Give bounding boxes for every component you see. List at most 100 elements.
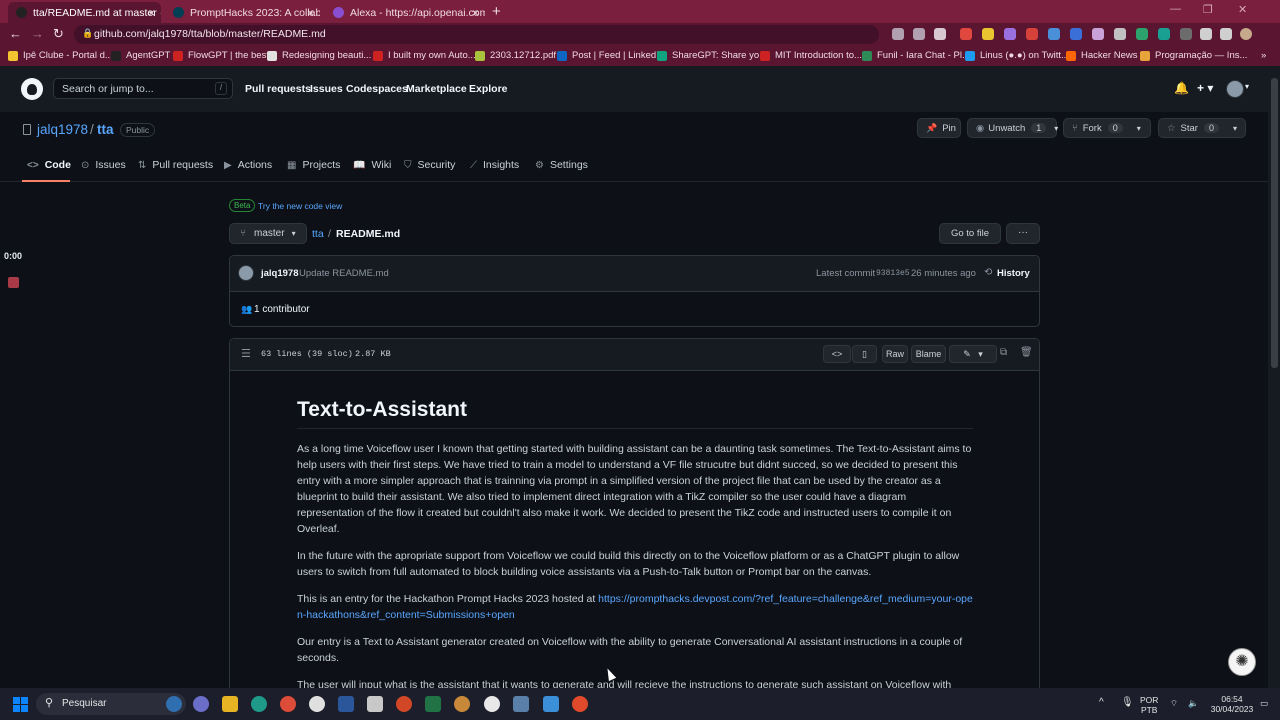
chatgpt-icon[interactable]: ✺ — [1228, 648, 1256, 676]
commit-message-link[interactable]: Update README.md — [299, 268, 389, 279]
wifi-icon[interactable]: ⌔ — [1170, 698, 1178, 708]
edit-button[interactable]: ✎ ▾ — [949, 345, 997, 363]
star-icon[interactable] — [934, 28, 946, 40]
app-icon[interactable] — [166, 696, 182, 712]
word-icon[interactable] — [338, 696, 354, 712]
bookmark-item[interactable]: 2303.12712.pdf — [475, 50, 556, 61]
outline-list-icon[interactable]: ☰ — [241, 347, 251, 360]
tab-security[interactable]: ⛉ Security — [404, 159, 455, 171]
speaker-icon[interactable]: 🔈 — [1188, 698, 1199, 708]
bookmark-item[interactable]: Ipê Clube - Portal d... — [8, 50, 113, 61]
github-logo-icon[interactable] — [21, 78, 43, 100]
bookmark-item[interactable]: FlowGPT | the best... — [173, 50, 277, 61]
close-icon[interactable]: × — [472, 6, 479, 20]
breadcrumb-repo-link[interactable]: tta — [312, 228, 324, 240]
app-icon[interactable] — [454, 696, 470, 712]
repo-name-link[interactable]: tta — [97, 122, 114, 137]
app-icon[interactable] — [309, 696, 325, 712]
nav-marketplace[interactable]: Marketplace — [406, 83, 467, 95]
unwatch-button[interactable]: ◉ Unwatch 1 ▾ — [967, 118, 1058, 138]
branch-selector[interactable]: ⑂ master ▾ — [229, 223, 307, 244]
display-source-button[interactable]: <> — [823, 345, 851, 363]
new-tab-button[interactable]: + — [492, 3, 501, 20]
window-close-icon[interactable]: ✕ — [1238, 3, 1247, 16]
bookmark-item[interactable]: Hacker News — [1066, 50, 1138, 61]
pin-button[interactable]: 📌 Pin — [917, 118, 961, 138]
minimize-icon[interactable]: — — [1170, 3, 1181, 15]
tab-actions[interactable]: ▶ Actions — [224, 159, 272, 171]
extension-icon[interactable] — [1026, 28, 1038, 40]
extension-icon[interactable] — [960, 28, 972, 40]
tab-issues[interactable]: ⊙ Issues — [81, 159, 126, 171]
app-icon[interactable] — [367, 696, 383, 712]
user-avatar[interactable] — [1226, 80, 1244, 98]
scrollbar-thumb[interactable] — [1271, 78, 1278, 368]
chevron-down-icon[interactable]: ▾ — [1245, 82, 1249, 91]
tab-pull-requests[interactable]: ⇅ Pull requests — [138, 159, 213, 171]
app-icon[interactable] — [193, 696, 209, 712]
tab-projects[interactable]: ▦ Projects — [287, 159, 340, 171]
extension-icon[interactable] — [1048, 28, 1060, 40]
powerpoint-icon[interactable] — [396, 696, 412, 712]
bookmark-item[interactable]: ShareGPT: Share yo... — [657, 50, 767, 61]
extension-icon[interactable] — [1070, 28, 1082, 40]
more-options-button[interactable]: ··· — [1006, 223, 1040, 244]
folder-icon[interactable] — [222, 696, 238, 712]
puzzle-icon[interactable] — [1200, 28, 1212, 40]
forward-icon[interactable]: → — [31, 26, 44, 41]
maximize-icon[interactable]: ❐ — [1203, 3, 1213, 16]
bookmark-item[interactable]: AgentGPT — [111, 50, 170, 61]
raw-button[interactable]: Raw — [882, 345, 908, 363]
record-stop-button[interactable] — [8, 277, 19, 288]
commit-hash-link[interactable]: 93813e5 — [876, 269, 910, 278]
bell-icon[interactable]: 🔔 — [1174, 81, 1189, 95]
profile-avatar[interactable] — [1240, 28, 1252, 40]
bookmark-item[interactable]: Linus (●.●) on Twitt... — [965, 50, 1069, 61]
extension-icon[interactable] — [1158, 28, 1170, 40]
nav-issues[interactable]: Issues — [310, 83, 343, 95]
tab-code[interactable]: <> Code — [27, 159, 71, 171]
go-to-file-button[interactable]: Go to file — [939, 223, 1001, 244]
tab-insights[interactable]: ⟋ Insights — [470, 159, 519, 171]
page-scrollbar[interactable] — [1268, 66, 1280, 688]
fork-button[interactable]: ⑂ Fork 0 ▾ — [1063, 118, 1151, 138]
contributors-count[interactable]: 1 contributor — [254, 304, 310, 315]
tab-settings[interactable]: ⚙ Settings — [535, 159, 588, 171]
microphone-icon[interactable]: 🎙 — [1121, 698, 1134, 708]
extension-icon[interactable] — [1092, 28, 1104, 40]
search-input[interactable]: Search or jump to... / — [53, 78, 233, 99]
extension-icon[interactable] — [1180, 28, 1192, 40]
trash-icon[interactable]: 🗑 — [1020, 347, 1033, 358]
extension-icon[interactable] — [1114, 28, 1126, 40]
clock[interactable]: 06:54 30/04/2023 — [1210, 694, 1254, 714]
language-indicator[interactable]: POR PTB — [1140, 695, 1158, 715]
bookmark-item[interactable]: Programação — Ins... — [1140, 50, 1247, 61]
commit-author-link[interactable]: jalq1978 — [261, 268, 299, 279]
browser-tab-readme[interactable]: tta/README.md at master · jalq1 × — [8, 2, 161, 23]
new-code-view-link[interactable]: Try the new code view — [258, 201, 342, 211]
extension-icon[interactable] — [892, 28, 904, 40]
url-field[interactable]: 🔒 github.com/jalq1978/tta/blob/master/RE… — [74, 25, 879, 44]
extension-icon[interactable] — [982, 28, 994, 40]
browser-tab-alexa[interactable]: Alexa - https://api.openai.com/v × — [325, 2, 485, 23]
reload-icon[interactable]: ↻ — [53, 26, 64, 42]
extension-icon[interactable] — [1136, 28, 1148, 40]
close-icon[interactable]: × — [307, 6, 314, 20]
extension-icon[interactable] — [1004, 28, 1016, 40]
notification-icon[interactable]: ▭ — [1260, 698, 1268, 708]
calculator-icon[interactable] — [513, 696, 529, 712]
copy-icon[interactable]: ⧉ — [1000, 347, 1007, 358]
windows-start-icon[interactable] — [13, 697, 28, 712]
app-icon[interactable] — [572, 696, 588, 712]
bookmark-item[interactable]: Post | Feed | LinkedIn — [557, 50, 664, 61]
bookmark-item[interactable]: MIT Introduction to... — [760, 50, 862, 61]
chevron-up-icon[interactable]: ^ — [1099, 698, 1104, 708]
blame-button[interactable]: Blame — [911, 345, 946, 363]
sidebar-icon[interactable] — [1220, 28, 1232, 40]
back-icon[interactable]: ← — [9, 26, 22, 41]
bookmark-item[interactable]: Redesigning beauti... — [267, 50, 371, 61]
nav-explore[interactable]: Explore — [469, 83, 508, 95]
more-bookmarks-icon[interactable]: » — [1261, 50, 1266, 61]
share-icon[interactable] — [913, 28, 925, 40]
bookmark-item[interactable]: I built my own Auto... — [373, 50, 476, 61]
